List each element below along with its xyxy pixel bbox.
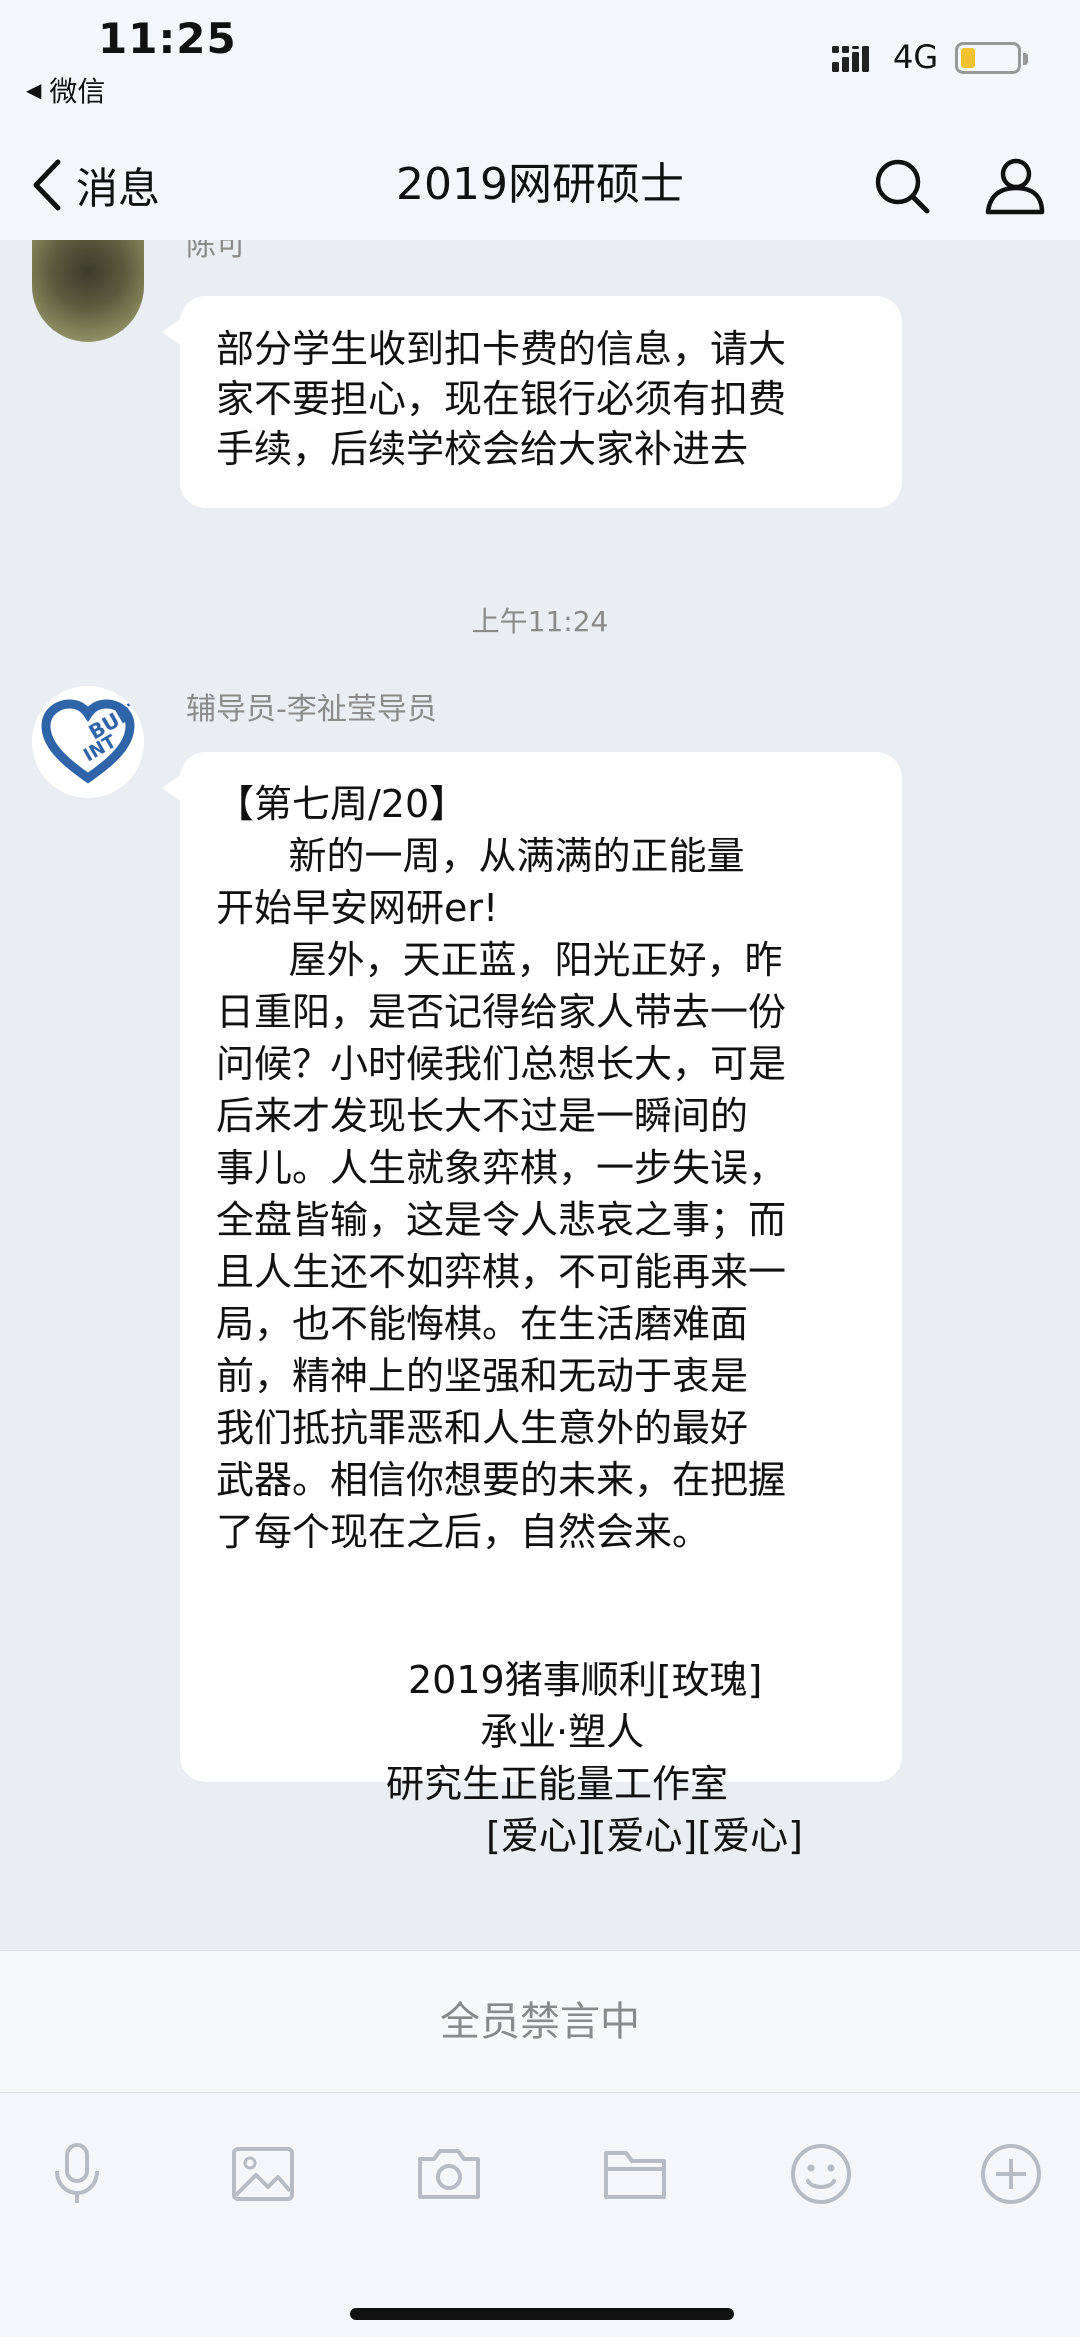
back-to-app-link[interactable]: ◀ 微信 <box>26 70 105 110</box>
camera-icon[interactable] <box>414 2139 484 2209</box>
message-line: 部分学生收到扣卡费的信息，请大 <box>216 327 787 371</box>
battery-icon <box>955 42 1028 74</box>
nav-bar: 消息 2019网研硕士 <box>0 130 1080 240</box>
battery-nub <box>1023 53 1028 65</box>
chat-message-list[interactable]: 陈可 部分学生收到扣卡费的信息，请大 家不要担心，现在银行必须有扣费 手续，后续… <box>0 240 1080 1950</box>
message-line: 了每个现在之后，自然会来。 <box>216 1510 711 1554</box>
signal-icon <box>832 46 869 72</box>
emoji-icon[interactable] <box>786 2139 856 2209</box>
signature-line: 研究生正能量工作室 <box>386 1762 729 1806</box>
sender-name: 陈可 <box>186 240 246 263</box>
message-line: 开始早安网研er! <box>216 886 499 930</box>
microphone-icon[interactable] <box>42 2139 112 2209</box>
avatar[interactable]: BUPT INT <box>32 686 144 798</box>
message-line: 新的一周，从满满的正能量 <box>216 834 745 878</box>
network-label: 4G <box>893 38 939 76</box>
message-line: 屋外，天正蓝，阳光正好，昨 <box>216 938 783 982</box>
muted-label: 全员禁言中 <box>440 1999 640 2045</box>
sender-name: 辅导员-李祉莹导员 <box>186 692 437 727</box>
group-profile-icon[interactable] <box>982 154 1046 218</box>
signature-line: [爱心][爱心][爱心] <box>486 1814 803 1858</box>
bupt-logo-icon: BUPT INT <box>32 686 144 798</box>
message-line: 局，也不能悔棋。在生活磨难面 <box>216 1302 749 1346</box>
message-line: 前，精神上的坚强和无动于衷是 <box>216 1354 749 1398</box>
plus-icon[interactable] <box>976 2139 1046 2209</box>
battery-fill <box>961 48 975 68</box>
status-bar: 11:25 ◀ 微信 4G <box>0 0 1080 130</box>
signature-line: 2019猪事顺利[玫瑰] <box>408 1658 763 1702</box>
muted-input-bar: 全员禁言中 <box>0 1950 1080 2093</box>
message-line: 手续，后续学校会给大家补进去 <box>216 427 749 471</box>
message-bubble[interactable]: 【第七周/20】 新的一周，从满满的正能量 开始早安网研er! 屋外，天正蓝，阳… <box>162 752 902 1858</box>
back-triangle-icon: ◀ <box>26 78 42 102</box>
status-time: 11:25 <box>98 14 237 63</box>
message-line: 日重阳，是否记得给家人带去一份 <box>216 990 787 1034</box>
message-line: 【第七周/20】 <box>216 782 468 826</box>
message-line: 武器。相信你想要的未来，在把握 <box>216 1458 787 1502</box>
message-line: 我们抵抗罪恶和人生意外的最好 <box>216 1406 749 1450</box>
image-icon[interactable] <box>228 2139 298 2209</box>
message-line: 家不要担心，现在银行必须有扣费 <box>216 377 787 421</box>
back-button[interactable]: 消息 <box>30 152 160 218</box>
back-app-label: 微信 <box>49 75 106 108</box>
search-icon[interactable] <box>872 156 932 216</box>
message-line: 问候？小时候我们总想长大，可是 <box>216 1042 787 1086</box>
signature-line: 承业·塑人 <box>480 1710 645 1754</box>
avatar[interactable] <box>32 240 144 342</box>
home-indicator[interactable] <box>350 2308 734 2320</box>
message-line: 且人生还不如弈棋，不可能再来一 <box>216 1250 787 1294</box>
message-line: 全盘皆输，这是令人悲哀之事；而 <box>216 1198 787 1242</box>
message-bubble[interactable]: 部分学生收到扣卡费的信息，请大 家不要担心，现在银行必须有扣费 手续，后续学校会… <box>162 296 902 508</box>
message-line: 后来才发现长大不过是一瞬间的 <box>216 1094 749 1138</box>
folder-icon[interactable] <box>600 2139 670 2209</box>
back-button-label: 消息 <box>76 163 161 213</box>
input-toolbar <box>0 2093 1080 2337</box>
message-line: 事儿。人生就象弈棋，一步失误， <box>216 1146 787 1190</box>
message-timestamp: 上午11:24 <box>471 605 609 638</box>
chevron-left-icon <box>33 159 61 211</box>
